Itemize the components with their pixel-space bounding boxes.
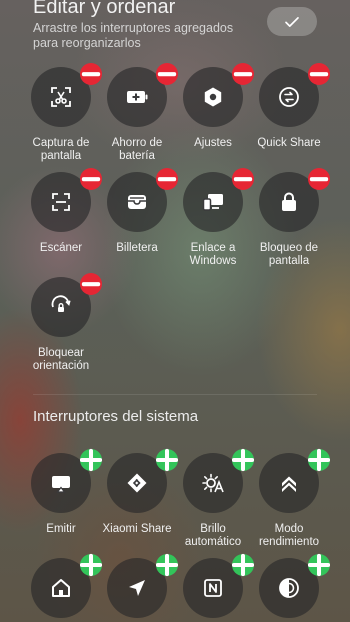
remove-toggle-button[interactable] xyxy=(80,273,102,295)
rotation-lock-icon xyxy=(51,295,71,312)
section-title-system: Interruptores del sistema xyxy=(33,408,199,425)
toggle-label: Billetera xyxy=(116,242,158,254)
toggle-emitir[interactable]: Emitir xyxy=(19,448,103,536)
remove-toggle-button[interactable] xyxy=(308,63,330,85)
toggle-brillo-automatico[interactable]: Brillo automático xyxy=(171,448,255,549)
nfc-icon xyxy=(204,579,222,597)
toggle-nfc[interactable] xyxy=(171,553,255,618)
auto-brightness-icon xyxy=(202,473,224,493)
cast-icon xyxy=(52,476,70,493)
toggle-label: Ahorro de batería xyxy=(111,137,163,162)
section-divider xyxy=(33,394,317,395)
battery-saver-icon xyxy=(127,91,148,103)
toggle-label: Enlace a Windows xyxy=(189,242,237,267)
add-toggle-button[interactable] xyxy=(308,553,330,577)
toggle-label: Bloquear orientación xyxy=(32,347,90,372)
toggle-label: Modo rendimiento xyxy=(258,523,320,548)
done-button[interactable] xyxy=(267,7,317,36)
page-subtitle: Arrastre los interruptores agregados par… xyxy=(33,21,234,50)
toggle-xiaomi-share[interactable]: Xiaomi Share xyxy=(95,448,179,536)
minus-icon xyxy=(81,282,101,287)
toggle-escaner[interactable]: Escáner xyxy=(19,168,103,255)
home-icon xyxy=(52,579,70,597)
remove-toggle-button[interactable] xyxy=(308,168,330,190)
toggle-ajustes[interactable]: Ajustes xyxy=(171,63,255,150)
toggle-bloquear-orientacion[interactable]: Bloquear orientación xyxy=(19,273,103,373)
toggle-label: Bloqueo de pantalla xyxy=(259,242,319,267)
toggle-ahorro-de-bateria[interactable]: Ahorro de batería xyxy=(95,63,179,163)
toggle-label: Quick Share xyxy=(257,137,321,149)
minus-icon xyxy=(309,177,329,182)
plus-icon xyxy=(308,553,330,577)
screenshot-icon xyxy=(51,87,71,107)
plus-icon xyxy=(308,448,330,472)
toggle-label: Captura de pantalla xyxy=(32,137,90,162)
toggle-label: Emitir xyxy=(46,523,76,535)
toggle-home[interactable] xyxy=(19,553,103,618)
xiaomi-share-icon xyxy=(127,473,147,493)
toggle-enlace-a-windows[interactable]: Enlace a Windows xyxy=(171,168,255,268)
toggle-label: Brillo automático xyxy=(184,523,242,548)
toggle-captura-de-pantalla[interactable]: Captura de pantalla xyxy=(19,63,103,163)
check-icon xyxy=(285,16,299,27)
performance-mode-icon xyxy=(282,476,296,492)
link-to-windows-icon xyxy=(202,194,223,211)
lock-icon xyxy=(282,192,296,211)
toggle-label: Xiaomi Share xyxy=(102,523,172,535)
toggle-quick-share[interactable]: Quick Share xyxy=(247,63,331,150)
toggle-billetera[interactable]: Billetera xyxy=(95,168,179,255)
toggle-location[interactable] xyxy=(95,553,179,618)
wallet-icon xyxy=(128,195,146,209)
location-icon xyxy=(129,580,145,596)
settings-icon xyxy=(204,87,222,107)
toggle-label: Escáner xyxy=(39,242,83,254)
quick-share-icon xyxy=(279,87,299,107)
toggle-label: Ajustes xyxy=(194,137,232,149)
toggle-modo-rendimiento[interactable]: Modo rendimiento xyxy=(247,448,331,549)
minus-icon xyxy=(309,72,329,77)
contrast-icon xyxy=(279,578,299,598)
toggle-bloqueo-de-pantalla[interactable]: Bloqueo de pantalla xyxy=(247,168,331,268)
scanner-icon xyxy=(52,193,70,211)
add-toggle-button[interactable] xyxy=(308,448,330,472)
page-title: Editar y ordenar xyxy=(33,0,176,18)
toggle-contrast[interactable] xyxy=(247,553,331,618)
